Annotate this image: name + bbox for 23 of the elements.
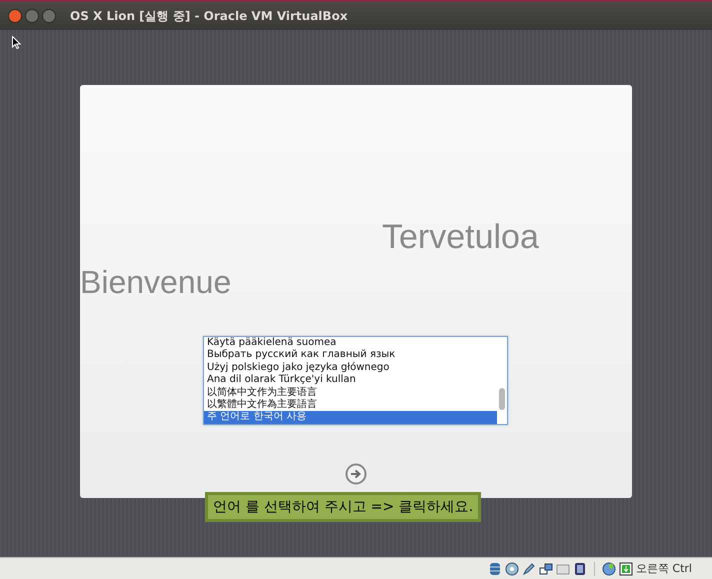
language-option[interactable]: 以简体中文作为主要语言 bbox=[204, 386, 497, 399]
welcome-text: Bienvenue bbox=[80, 264, 232, 300]
welcome-text: Tervetuloa bbox=[382, 218, 539, 256]
language-option[interactable]: Ana dil olarak Türkçe'yi kullan bbox=[204, 374, 497, 387]
network-icon[interactable] bbox=[538, 562, 553, 576]
maximize-button[interactable] bbox=[42, 9, 56, 23]
continue-arrow-button[interactable] bbox=[345, 463, 367, 485]
close-button[interactable] bbox=[8, 9, 22, 23]
instruction-label: 언어 를 선택하여 주시고 => 클릭하세요. bbox=[205, 492, 482, 522]
minimize-button[interactable] bbox=[25, 9, 39, 23]
host-key-label: 오른쪽 Ctrl bbox=[636, 561, 692, 576]
download-icon[interactable] bbox=[618, 562, 633, 576]
disc-icon[interactable] bbox=[504, 562, 519, 576]
monitor-icon[interactable] bbox=[572, 562, 587, 576]
language-option[interactable]: 以繁體中文作為主要語言 bbox=[204, 398, 497, 412]
language-option[interactable]: Выбрать русский как главный язык bbox=[204, 349, 497, 362]
language-option[interactable]: 주 언어로 한국어 사용 bbox=[204, 411, 497, 424]
window-title: OS X Lion [실행 중] - Oracle VM VirtualBox bbox=[70, 8, 348, 24]
language-option[interactable]: Użyj polskiego jako języka głównego bbox=[204, 362, 497, 374]
language-option[interactable]: Käytä pääkielenä suomea bbox=[204, 337, 497, 350]
globe-icon[interactable] bbox=[602, 562, 616, 576]
pointer-icon bbox=[12, 36, 21, 49]
pen-icon[interactable] bbox=[522, 562, 536, 576]
